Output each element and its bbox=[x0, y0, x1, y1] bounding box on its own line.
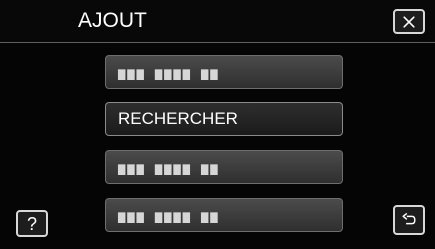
header-bar: AJOUT bbox=[0, 0, 435, 42]
masked-menu-label: ▆▆▆ ▆▆▆▆ ▆▆ bbox=[118, 66, 220, 80]
menu-button-3[interactable]: ▆▆▆ ▆▆▆▆ ▆▆ bbox=[105, 150, 343, 184]
masked-menu-label: ▆▆▆ ▆▆▆▆ ▆▆ bbox=[118, 161, 220, 175]
question-icon: ? bbox=[26, 213, 37, 234]
header-divider bbox=[0, 42, 435, 43]
return-icon bbox=[402, 212, 416, 225]
camera-menu-screen: AJOUT ▆▆▆ ▆▆▆▆ ▆▆ RECHERCHER ▆▆▆ ▆▆▆▆ ▆▆… bbox=[0, 0, 435, 249]
menu-button-1[interactable]: ▆▆▆ ▆▆▆▆ ▆▆ bbox=[105, 55, 343, 89]
page-title: AJOUT bbox=[78, 9, 147, 32]
help-button[interactable]: ? bbox=[16, 210, 48, 237]
return-button[interactable] bbox=[393, 205, 425, 235]
rechercher-button[interactable]: RECHERCHER bbox=[105, 102, 343, 136]
masked-menu-label: ▆▆▆ ▆▆▆▆ ▆▆ bbox=[118, 209, 220, 223]
close-icon bbox=[403, 15, 415, 28]
close-button[interactable] bbox=[393, 9, 425, 34]
rechercher-label: RECHERCHER bbox=[118, 109, 238, 128]
menu-button-4[interactable]: ▆▆▆ ▆▆▆▆ ▆▆ bbox=[105, 198, 343, 232]
